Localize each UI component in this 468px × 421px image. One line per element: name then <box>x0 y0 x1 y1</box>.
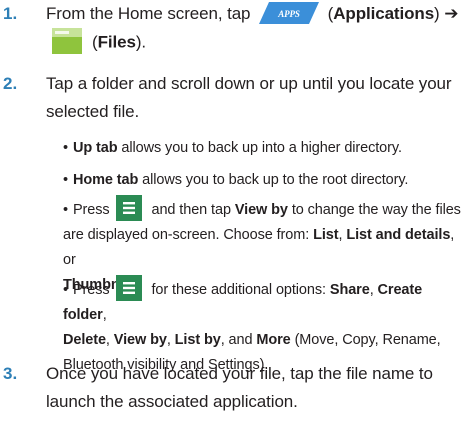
step-number: 3. <box>3 364 18 383</box>
files-label: Files <box>97 32 136 52</box>
view-by-label: View by <box>113 332 167 348</box>
view-by-label: View by <box>234 201 288 218</box>
menu-icon <box>115 275 142 301</box>
separator: , <box>105 332 114 348</box>
bullet-text: allows you to back up to the root direct… <box>138 172 409 188</box>
separator: , <box>102 307 107 323</box>
step-number: 1. <box>3 4 18 23</box>
list-by-label: List by <box>174 332 221 348</box>
more-label: More <box>256 332 291 348</box>
list-label: List <box>313 227 339 243</box>
step-1-prefix: From the Home screen, tap <box>46 4 251 23</box>
apps-icon: APPS <box>259 1 320 24</box>
bullet-bold: Up tab <box>72 140 118 156</box>
instruction-page: 1. From the Home screen, tap APPS (Appli… <box>0 0 468 421</box>
separator: , <box>166 332 175 348</box>
step-text: From the Home screen, tap APPS (Applicat… <box>46 0 460 58</box>
bullet-text: Press <box>72 201 110 218</box>
bullet-text: for these additional options: <box>147 281 330 298</box>
delete-label: Delete <box>63 332 106 348</box>
list-and-details-label: List and details <box>346 227 451 243</box>
step-text: Tap a folder and scroll down or up until… <box>46 74 452 121</box>
bullet-text: allows you to back up into a higher dire… <box>117 140 402 156</box>
step-number: 2. <box>3 74 18 93</box>
apps-icon-text: APPS <box>277 9 300 19</box>
files-icon <box>46 26 86 56</box>
applications-label: Applications <box>333 4 435 23</box>
menu-icon <box>115 195 142 221</box>
bullet-bold: Home tab <box>72 172 139 188</box>
share-label: Share <box>329 281 370 298</box>
step-text: Once you have located your file, tap the… <box>46 364 433 411</box>
bullet-text: Press <box>72 281 110 298</box>
bullet-up-tab: • Up tab allows you to back up into a hig… <box>63 140 402 156</box>
bullet-home-tab: • Home tab allows you to back up to the r… <box>63 172 409 188</box>
separator: , and <box>220 332 257 348</box>
arrow-icon: ➔ <box>444 4 459 23</box>
separator: , <box>369 281 378 298</box>
bullet-text: and then tap <box>147 201 235 218</box>
